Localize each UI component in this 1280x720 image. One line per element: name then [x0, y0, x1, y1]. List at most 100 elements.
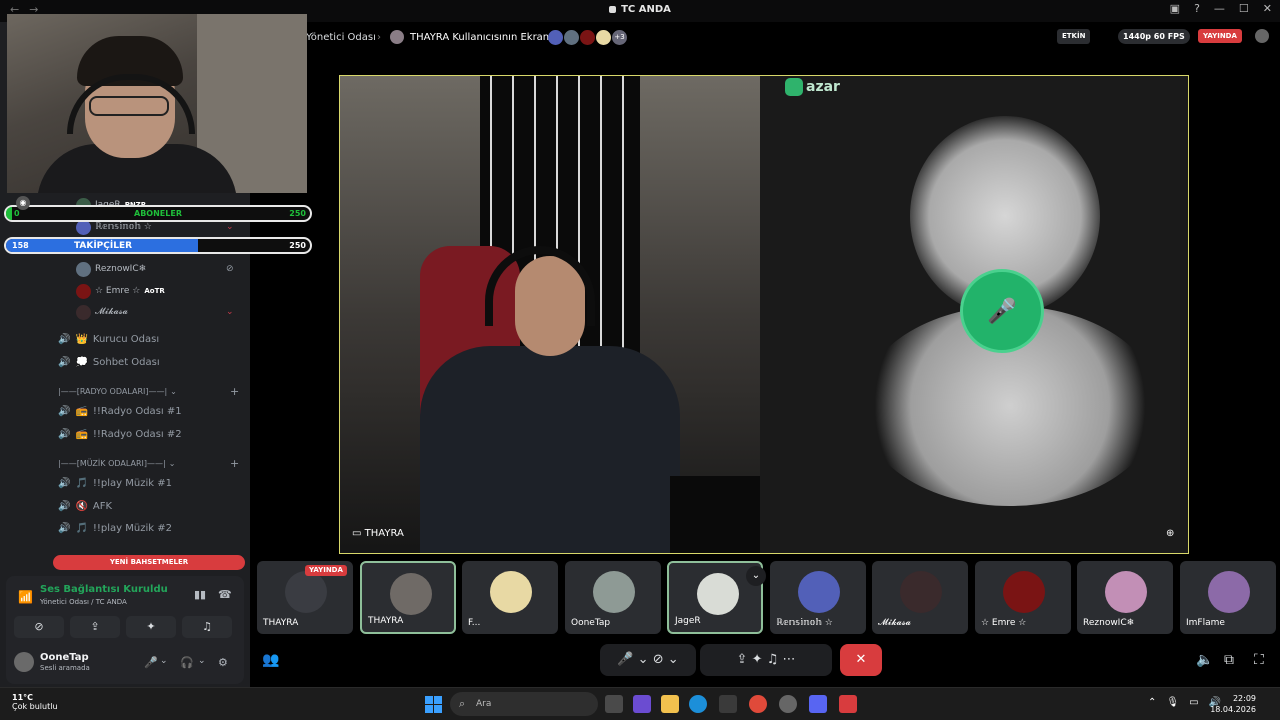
server-icon: [609, 5, 617, 13]
weather-widget[interactable]: 11°C Çok bulutlu: [12, 693, 58, 711]
stream-title: THAYRA Kullanıcısının Ekranı: [410, 31, 552, 43]
chevron-down-icon[interactable]: ⌄: [638, 652, 649, 667]
add-user-icon[interactable]: 👥: [262, 652, 279, 668]
voice-channel[interactable]: 🔊 👑 Kurucu Odası: [58, 330, 159, 348]
chevron-down-icon[interactable]: ⌄: [668, 652, 679, 667]
inbox-icon[interactable]: ▣: [1170, 2, 1180, 15]
microphone-icon[interactable]: 🎙: [1166, 697, 1179, 708]
category-header[interactable]: |——[RADYO ODALARI]——| ⌄ +: [58, 385, 239, 398]
help-icon[interactable]: ?: [1194, 2, 1200, 15]
subscribers-label: ABONELER: [134, 209, 182, 218]
clock[interactable]: 22:09 18.04.2026: [1210, 693, 1256, 715]
voice-user-tag: AoTR: [144, 287, 165, 295]
voice-channel[interactable]: 🔊 📻 !!Radyo Odası #1: [58, 402, 182, 420]
category-name: |——[MÜZİK ODALARI]——|: [58, 459, 166, 468]
voice-channel[interactable]: 🔊 💭 Sohbet Odası: [58, 353, 160, 371]
voice-user[interactable]: ReznowIC❄ ⊘: [76, 260, 234, 278]
followers-goal-bar: 158 TAKİPÇİLER 250: [4, 237, 312, 254]
edge-icon[interactable]: [689, 695, 707, 713]
stream-owner-name: THAYRA: [364, 528, 404, 539]
microphone-icon[interactable]: 🎤: [617, 652, 633, 667]
camera-off-button[interactable]: ⊘: [14, 616, 64, 638]
popout-icon[interactable]: ⧉: [1224, 652, 1234, 668]
chevron-up-icon[interactable]: ⌃: [1148, 697, 1156, 708]
disconnect-button[interactable]: ✕: [840, 644, 882, 676]
voice-location[interactable]: Yönetici Odası / TC ANDA: [40, 598, 127, 606]
chrome-icon[interactable]: [749, 695, 767, 713]
recorder-icon[interactable]: [839, 695, 857, 713]
widgets-icon[interactable]: [633, 695, 651, 713]
tile-live-badge: YAYINDA: [305, 565, 347, 576]
participant-tile[interactable]: F...: [462, 561, 558, 634]
share-screen-icon[interactable]: ⇪: [737, 652, 748, 667]
channel-name: !!play Müzik #2: [92, 522, 172, 534]
task-view-icon[interactable]: [605, 695, 623, 713]
display-icon[interactable]: ▭: [1189, 697, 1198, 708]
stream-video[interactable]: 🎤 azar ▭ THAYRA ⊕: [339, 75, 1189, 554]
voice-channel[interactable]: 🔊 🎵 !!play Müzik #1: [58, 474, 172, 492]
camera-off-icon[interactable]: ⊘: [653, 652, 664, 667]
participant-tile[interactable]: ImFlame: [1180, 561, 1276, 634]
voice-user[interactable]: ☆ Emre ☆ AoTR: [76, 282, 165, 300]
steam-icon[interactable]: [779, 695, 797, 713]
noise-suppression-icon[interactable]: ▮▮: [194, 588, 206, 601]
speaker-icon: 🔊: [58, 356, 71, 368]
voice-channel[interactable]: 🔊 🔇 AFK: [58, 497, 112, 515]
share-screen-button[interactable]: ⇪: [70, 616, 120, 638]
new-mentions-button[interactable]: YENİ BAHSETMELER: [53, 555, 245, 570]
stream-header: Yönetici Odası › THAYRA Kullanıcısının E…: [300, 26, 1280, 48]
discord-icon[interactable]: [809, 695, 827, 713]
taskbar-search[interactable]: ⌕ Ara: [450, 692, 598, 716]
chevron-down-icon[interactable]: ⌄: [226, 307, 234, 317]
live-badge: YAYINDA: [1198, 29, 1242, 43]
chevron-down-icon[interactable]: ⌄: [746, 566, 766, 586]
close-button[interactable]: ✕: [1263, 2, 1272, 15]
participant-tile[interactable]: ReznowIC❄: [1077, 561, 1173, 634]
chat-icon[interactable]: [1255, 29, 1269, 43]
avatar: [76, 283, 91, 299]
activities-button[interactable]: ✦: [126, 616, 176, 638]
category-name: |——[RADYO ODALARI]——|: [58, 387, 168, 396]
file-explorer-icon[interactable]: [661, 695, 679, 713]
disconnect-icon[interactable]: ☎: [218, 588, 232, 601]
voice-status[interactable]: Ses Bağlantısı Kuruldu: [40, 584, 168, 595]
avatar: [390, 30, 404, 44]
start-button[interactable]: [425, 696, 442, 713]
channel-emoji: 💭: [75, 356, 88, 368]
add-channel-icon[interactable]: +: [230, 457, 239, 470]
voice-user[interactable]: 𝓜𝓲𝓴𝓪𝓼𝓪 ⌄: [76, 303, 234, 321]
soundboard-button[interactable]: ♫: [182, 616, 232, 638]
voice-room-name[interactable]: Yönetici Odası: [306, 32, 376, 43]
viewers-list[interactable]: +3: [548, 29, 627, 45]
category-header[interactable]: |——[MÜZİK ODALARI]——| ⌄ +: [58, 457, 239, 470]
weather-temp: 11°C: [12, 693, 34, 702]
volume-mute-icon[interactable]: 🔈: [1196, 652, 1213, 668]
minimize-button[interactable]: —: [1214, 2, 1225, 15]
channel-emoji: 🎵: [75, 522, 88, 534]
participant-tile[interactable]: OoneTap: [565, 561, 661, 634]
stream-owner-label: ▭ THAYRA: [352, 528, 404, 539]
participant-tile[interactable]: ☆ Emre ☆: [975, 561, 1071, 634]
fullscreen-icon[interactable]: ⛶: [1254, 652, 1264, 668]
subscribers-goal-bar: 0 ABONELER 250: [4, 205, 312, 222]
voice-channel[interactable]: 🔊 📻 !!Radyo Odası #2: [58, 425, 182, 443]
microphone-icon[interactable]: 🎤: [960, 269, 1044, 353]
signal-icon[interactable]: 📶: [18, 590, 33, 604]
maximize-button[interactable]: ☐: [1239, 2, 1249, 15]
participant-tile[interactable]: ℝ𝕖𝕟𝕤𝕚𝕟𝕠𝕙 ☆: [770, 561, 866, 634]
participant-name: THAYRA: [368, 616, 404, 626]
add-channel-icon[interactable]: +: [230, 385, 239, 398]
activities-icon[interactable]: ✦: [752, 652, 763, 667]
participant-tile[interactable]: THAYRA: [360, 561, 456, 634]
azar-logo-icon: [785, 78, 803, 96]
zoom-icon[interactable]: ⊕: [1166, 528, 1174, 539]
participant-tile[interactable]: 𝓜𝓲𝓴𝓪𝓼𝓪: [872, 561, 968, 634]
store-icon[interactable]: [719, 695, 737, 713]
more-options-icon[interactable]: ⋯: [782, 652, 795, 667]
voice-channel[interactable]: 🔊 🎵 !!play Müzik #2: [58, 519, 172, 537]
soundboard-icon[interactable]: ♫: [767, 652, 779, 667]
avatar: [697, 573, 739, 615]
subscribers-goal: 250: [289, 209, 306, 218]
chevron-down-icon[interactable]: ⌄: [226, 222, 234, 232]
activity-badge[interactable]: ETKİN: [1057, 29, 1091, 44]
